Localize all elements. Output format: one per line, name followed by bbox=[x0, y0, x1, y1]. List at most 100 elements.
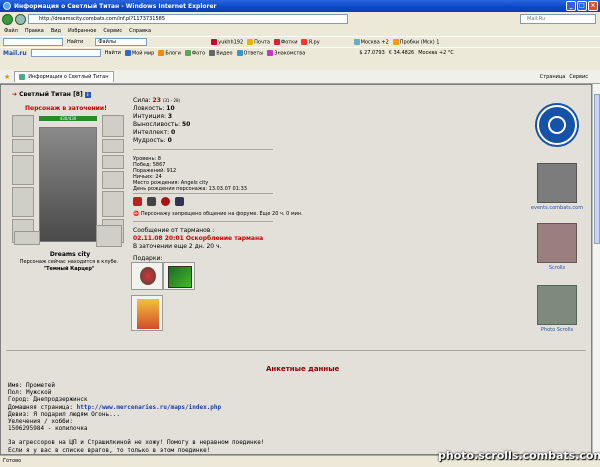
photo-link[interactable]: Фото bbox=[192, 50, 205, 56]
minimize-button[interactable]: _ bbox=[566, 1, 576, 11]
divider bbox=[133, 149, 273, 150]
page-menu[interactable]: Страница bbox=[540, 74, 566, 80]
earrings-slot[interactable] bbox=[102, 115, 124, 137]
shield-slot[interactable] bbox=[102, 191, 124, 217]
favorites-star-icon[interactable]: ★ bbox=[4, 73, 10, 81]
moscow-weather[interactable]: Москва +2 bbox=[361, 39, 389, 45]
arrow-icon: ➔ bbox=[12, 91, 18, 98]
events-link[interactable]: events.combats.com bbox=[527, 205, 587, 211]
scrolls-icon[interactable] bbox=[537, 223, 577, 263]
tab-active[interactable]: Информация о Светлый Титан bbox=[14, 71, 114, 82]
toolbar-2: Mail.ru Найти Мой мир Блоги Фото Видео О… bbox=[0, 47, 600, 58]
photos-link[interactable]: Фотки bbox=[281, 39, 298, 45]
traffic-icon bbox=[392, 38, 399, 45]
ring-slot[interactable] bbox=[102, 155, 124, 169]
my-world-link[interactable]: Мой мир bbox=[132, 50, 154, 56]
pocket-slot-2[interactable] bbox=[96, 225, 122, 247]
anketa-line3: Если я у вас в списке врагов, то только … bbox=[8, 446, 211, 454]
mail-icon bbox=[247, 38, 254, 45]
info-icon[interactable]: i bbox=[84, 92, 91, 98]
menu-help[interactable]: Справка bbox=[129, 28, 151, 34]
search-input[interactable]: Mail.Ru bbox=[520, 14, 596, 24]
tarmans-header: Сообщение от тарманов : bbox=[133, 227, 215, 234]
menu-tools[interactable]: Сервис bbox=[103, 28, 122, 34]
forum-ban-line: ⛔ Персонажу запрещено общение на форуме.… bbox=[133, 211, 303, 217]
tarmans-message: 02.11.08 20:01 Оскорбление тармана bbox=[133, 235, 264, 242]
photo-icon bbox=[184, 49, 191, 56]
info-block: Уровень: 8 Побед: 5867 Поражений: 912 Ни… bbox=[133, 156, 247, 192]
stat-intellect: Интеллект: 0 bbox=[133, 129, 176, 136]
close-button[interactable]: × bbox=[588, 1, 598, 11]
gloves-slot[interactable] bbox=[102, 171, 124, 189]
tarmans-block: Сообщение от тарманов : 02.11.08 20:01 О… bbox=[133, 227, 263, 251]
files-select[interactable]: Файлы bbox=[95, 38, 148, 46]
weather-text: Москва +2 °C bbox=[418, 50, 454, 56]
weapon-slot[interactable] bbox=[12, 155, 34, 185]
scrollbar-thumb[interactable] bbox=[594, 94, 600, 244]
hp-bar: 430/430 bbox=[39, 116, 97, 121]
dating-link[interactable]: Знакомства bbox=[274, 50, 305, 56]
vertical-scrollbar[interactable] bbox=[592, 84, 600, 455]
video-link[interactable]: Видео bbox=[216, 50, 232, 56]
mail-link[interactable]: Почта bbox=[254, 39, 270, 45]
service-menu[interactable]: Сервис bbox=[569, 74, 588, 80]
anketa-line1: 1506295984 - копилочка bbox=[8, 425, 88, 433]
menu-edit[interactable]: Правка bbox=[25, 28, 44, 34]
photo-scrolls-link[interactable]: Photo Scrolls bbox=[527, 327, 587, 333]
gift-book[interactable] bbox=[163, 262, 195, 290]
status-text: Готово bbox=[3, 458, 22, 464]
url-input[interactable]: http://dreamscity.combats.com/inf.pl?117… bbox=[28, 14, 348, 24]
usd-rate: $ 27.0793 bbox=[359, 50, 385, 56]
armor-slot[interactable] bbox=[12, 187, 34, 217]
find-button[interactable]: Найти bbox=[67, 39, 83, 45]
ya-link[interactable]: Я.ру bbox=[308, 39, 319, 45]
anketa-title: Анкетные данные bbox=[266, 365, 340, 373]
photo-scrolls-icon[interactable] bbox=[537, 285, 577, 325]
mailru-logo[interactable]: Mail.ru bbox=[3, 50, 27, 57]
blogs-link[interactable]: Блоги bbox=[165, 50, 181, 56]
mailru-find-button[interactable]: Найти bbox=[105, 50, 121, 56]
answers-link[interactable]: Ответы bbox=[244, 50, 264, 56]
menu-favorites[interactable]: Избранное bbox=[68, 28, 96, 34]
maximize-button[interactable]: □ bbox=[577, 1, 587, 11]
gift-card[interactable] bbox=[131, 295, 163, 331]
world-icon bbox=[124, 49, 131, 56]
character-name-line: ➔ Светлый Титан [8] i bbox=[12, 91, 91, 98]
events-icon[interactable] bbox=[537, 163, 577, 203]
book-icon bbox=[168, 266, 192, 288]
eur-rate: € 34.4826 bbox=[388, 50, 415, 56]
badge-icon[interactable] bbox=[161, 197, 170, 206]
homepage-link[interactable]: http://www.mercenaries.ru/maps/index.php bbox=[77, 404, 222, 411]
mailru-search[interactable] bbox=[30, 49, 101, 57]
character-level: [8] bbox=[73, 91, 83, 98]
badge-icon[interactable] bbox=[175, 197, 184, 206]
anketa-motto: Девиз: Я подарил людям Огонь... bbox=[8, 410, 120, 418]
anketa-name: Имя: Прометей bbox=[8, 382, 55, 389]
blogs-icon bbox=[158, 49, 165, 56]
jail-remaining: В заточении еще 2 дн. 20 ч. bbox=[133, 243, 222, 250]
badge-icon[interactable] bbox=[147, 197, 156, 206]
answers-icon bbox=[236, 49, 243, 56]
helmet-slot[interactable] bbox=[12, 115, 34, 137]
user-link[interactable]: yukhh192 bbox=[218, 39, 243, 45]
bracer-slot[interactable] bbox=[12, 139, 34, 153]
gift-medal[interactable] bbox=[131, 262, 163, 290]
menu-bar: Файл Правка Вид Избранное Сервис Справка bbox=[0, 26, 600, 36]
toolbar-search-box[interactable] bbox=[3, 38, 63, 46]
character-name: Светлый Титан bbox=[19, 91, 71, 98]
pocket-slot-1[interactable] bbox=[14, 231, 40, 245]
amulet-slot[interactable] bbox=[102, 139, 124, 153]
info-birthday: День рождения персонажа: 13.03.07 01:33 bbox=[133, 186, 247, 192]
stat-strength: Сила: 23 (31 - 28) bbox=[133, 97, 181, 104]
badges-row bbox=[133, 197, 184, 206]
room-name: "Темный Карцер" bbox=[43, 266, 95, 272]
combats-logo-icon[interactable] bbox=[537, 105, 577, 145]
menu-file[interactable]: Файл bbox=[4, 28, 18, 34]
scrolls-link[interactable]: Scrolls bbox=[527, 265, 587, 271]
ya-icon bbox=[301, 38, 308, 45]
forward-button[interactable] bbox=[15, 13, 26, 25]
traffic-link[interactable]: Пробки (Мск) 1 bbox=[400, 39, 440, 45]
menu-view[interactable]: Вид bbox=[51, 28, 61, 34]
clan-badge-icon[interactable] bbox=[133, 197, 142, 206]
back-button[interactable] bbox=[2, 13, 13, 25]
